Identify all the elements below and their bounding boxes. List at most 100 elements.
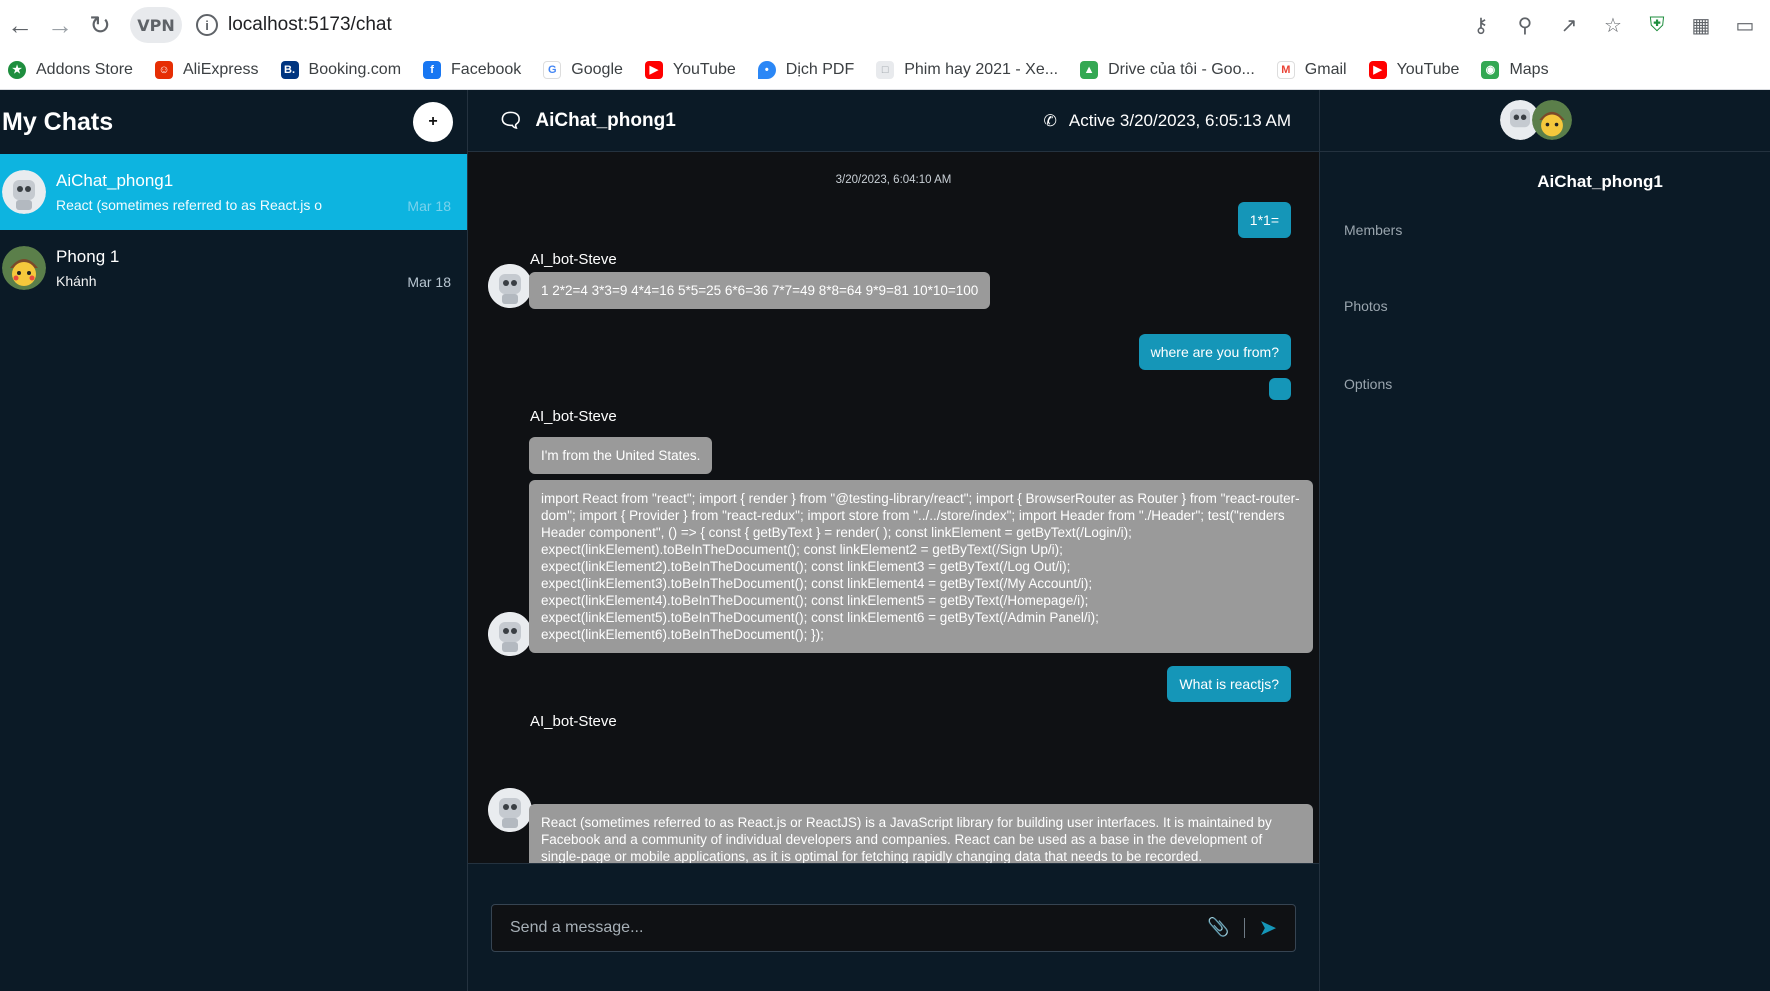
star-icon[interactable]: ☆ (1602, 14, 1624, 37)
chat-app: My Chats + AiChat_phong1 React (sometime… (0, 90, 1770, 991)
bookmark-drive[interactable]: ▲ Drive của tôi - Goo... (1080, 60, 1255, 79)
bookmark-gmail[interactable]: M Gmail (1276, 60, 1347, 79)
sidebar-title: My Chats (2, 107, 114, 136)
chat-name: AiChat_phong1 (56, 171, 174, 190)
youtube-icon: ▶ (644, 60, 663, 79)
chat-header: 🗨 AiChat_phong1 ✆ Active 3/20/2023, 6:05… (468, 90, 1319, 152)
chat-title: AiChat_phong1 (535, 109, 676, 131)
gmail-icon: M (1276, 60, 1295, 79)
message-input[interactable] (510, 918, 1208, 937)
bookmark-label: YouTube (1396, 60, 1460, 78)
address-bar[interactable]: localhost:5173/chat (228, 14, 1470, 36)
chat-bubbles-icon: 🗨 (498, 110, 524, 132)
forward-icon[interactable]: → (40, 5, 80, 45)
bookmark-youtube-2[interactable]: ▶ YouTube (1368, 60, 1460, 79)
pikachu-avatar (2, 246, 46, 290)
active-status: Active 3/20/2023, 6:05:13 AM (1068, 110, 1291, 130)
bookmark-label: Facebook (451, 60, 522, 78)
message-bubble-me-empty (1269, 378, 1291, 400)
bookmark-label: Google (571, 60, 623, 78)
phone-icon[interactable]: ✆ (1043, 111, 1056, 131)
send-icon[interactable]: ➤ (1259, 915, 1277, 941)
info-panel: AiChat_phong1 Members Photos Options (1320, 90, 1770, 991)
photos-section[interactable]: Photos (1344, 298, 1388, 314)
message-timestamp: 3/20/2023, 6:04:10 AM (835, 174, 952, 186)
vpn-button[interactable]: VPN (130, 7, 182, 43)
bot-avatar (488, 264, 532, 308)
pikachu-avatar (1532, 100, 1572, 140)
bookmark-booking[interactable]: B. Booking.com (280, 60, 402, 79)
bookmark-label: Phim hay 2021 - Xe... (904, 60, 1059, 78)
chat-item-aichat[interactable]: AiChat_phong1 React (sometimes referred … (0, 154, 467, 230)
message-list[interactable]: 3/20/2023, 6:04:10 AM 1*1= AI_bot-Steve … (468, 152, 1319, 864)
message-bubble-bot-code: import React from "react"; import { rend… (529, 480, 1313, 653)
bookmark-label: Drive của tôi - Goo... (1108, 60, 1255, 78)
youtube-icon: ▶ (1368, 60, 1387, 79)
facebook-icon: f (423, 60, 442, 79)
sidepanel-icon[interactable]: ▭ (1734, 14, 1756, 37)
info-header (1320, 90, 1770, 152)
bookmark-label: Addons Store (36, 60, 133, 78)
chat-date: Mar 18 (407, 198, 451, 214)
members-section[interactable]: Members (1344, 222, 1402, 238)
sidebar: My Chats + AiChat_phong1 React (sometime… (0, 90, 468, 991)
bookmark-dich-pdf[interactable]: • Dịch PDF (757, 60, 855, 79)
composer-box: 📎 ➤ (491, 903, 1296, 952)
message-bubble-me: where are you from? (1138, 334, 1291, 370)
key-icon[interactable]: ⚷ (1470, 14, 1492, 37)
chat-panel: 🗨 AiChat_phong1 ✆ Active 3/20/2023, 6:05… (468, 90, 1320, 991)
droplet-icon: • (757, 60, 776, 79)
zoom-icon[interactable]: ⚲ (1514, 14, 1536, 37)
bookmark-label: Gmail (1304, 60, 1347, 78)
divider (1243, 917, 1245, 938)
browser-toolbar: ← → ↻ VPN i localhost:5173/chat ⚷ ⚲ ↗ ☆ … (0, 0, 1770, 50)
page-icon: □ (876, 60, 895, 79)
bookmark-phim-hay[interactable]: □ Phim hay 2021 - Xe... (876, 60, 1059, 79)
bookmarks-bar: ★ Addons Store ☺ AliExpress B. Booking.com … (0, 50, 1770, 90)
bookmark-facebook[interactable]: f Facebook (423, 60, 522, 79)
options-section[interactable]: Options (1344, 376, 1392, 392)
paperclip-icon[interactable]: 📎 (1207, 917, 1229, 938)
message-bubble-me: What is reactjs? (1167, 666, 1291, 702)
back-icon[interactable]: ← (0, 5, 40, 45)
drive-icon: ▲ (1080, 60, 1099, 79)
chat-name: Phong 1 (56, 247, 120, 266)
sidebar-header: My Chats + (0, 90, 467, 154)
aliexpress-icon: ☺ (154, 60, 173, 79)
maps-icon: ◉ (1481, 60, 1500, 79)
group-avatars (1500, 100, 1572, 140)
message-bubble-bot: React (sometimes referred to as React.js… (529, 804, 1313, 863)
share-icon[interactable]: ↗ (1558, 14, 1580, 37)
google-icon: G (543, 60, 562, 79)
group-name: AiChat_phong1 (1537, 172, 1663, 191)
bookmark-maps[interactable]: ◉ Maps (1481, 60, 1549, 79)
composer: 📎 ➤ (468, 864, 1319, 991)
addons-store-icon: ★ (8, 60, 26, 79)
sender-name: AI_bot-Steve (530, 713, 617, 730)
bookmark-label: Dịch PDF (785, 60, 855, 78)
bookmark-label: Maps (1509, 60, 1549, 78)
site-info-icon[interactable]: i (196, 14, 218, 36)
sender-name: AI_bot-Steve (530, 251, 617, 268)
chat-preview: Khánh (56, 273, 97, 289)
message-bubble-me: 1*1= (1237, 202, 1291, 238)
reload-icon[interactable]: ↻ (80, 5, 120, 45)
chat-date: Mar 18 (407, 274, 451, 290)
bot-avatar (488, 612, 532, 656)
message-bubble-bot: I'm from the United States. (529, 437, 713, 474)
shield-icon[interactable]: ⛨ (1646, 14, 1668, 36)
bot-avatar (488, 788, 532, 832)
chat-item-phong[interactable]: Phong 1 Khánh Mar 18 (0, 230, 467, 306)
new-chat-button[interactable]: + (413, 102, 453, 142)
bookmark-aliexpress[interactable]: ☺ AliExpress (154, 60, 259, 79)
chat-preview: React (sometimes referred to as React.js… (56, 197, 323, 213)
bookmark-addons-store[interactable]: ★ Addons Store (8, 60, 133, 79)
booking-icon: B. (280, 60, 299, 79)
bookmark-label: AliExpress (182, 60, 259, 78)
bookmark-label: YouTube (672, 60, 736, 78)
message-bubble-bot: 1 2*2=4 3*3=9 4*4=16 5*5=25 6*6=36 7*7=4… (529, 272, 991, 309)
bookmark-google[interactable]: G Google (543, 60, 623, 79)
bookmark-youtube[interactable]: ▶ YouTube (644, 60, 736, 79)
extensions-icon[interactable]: ▦ (1690, 14, 1712, 37)
bookmark-label: Booking.com (308, 60, 402, 78)
